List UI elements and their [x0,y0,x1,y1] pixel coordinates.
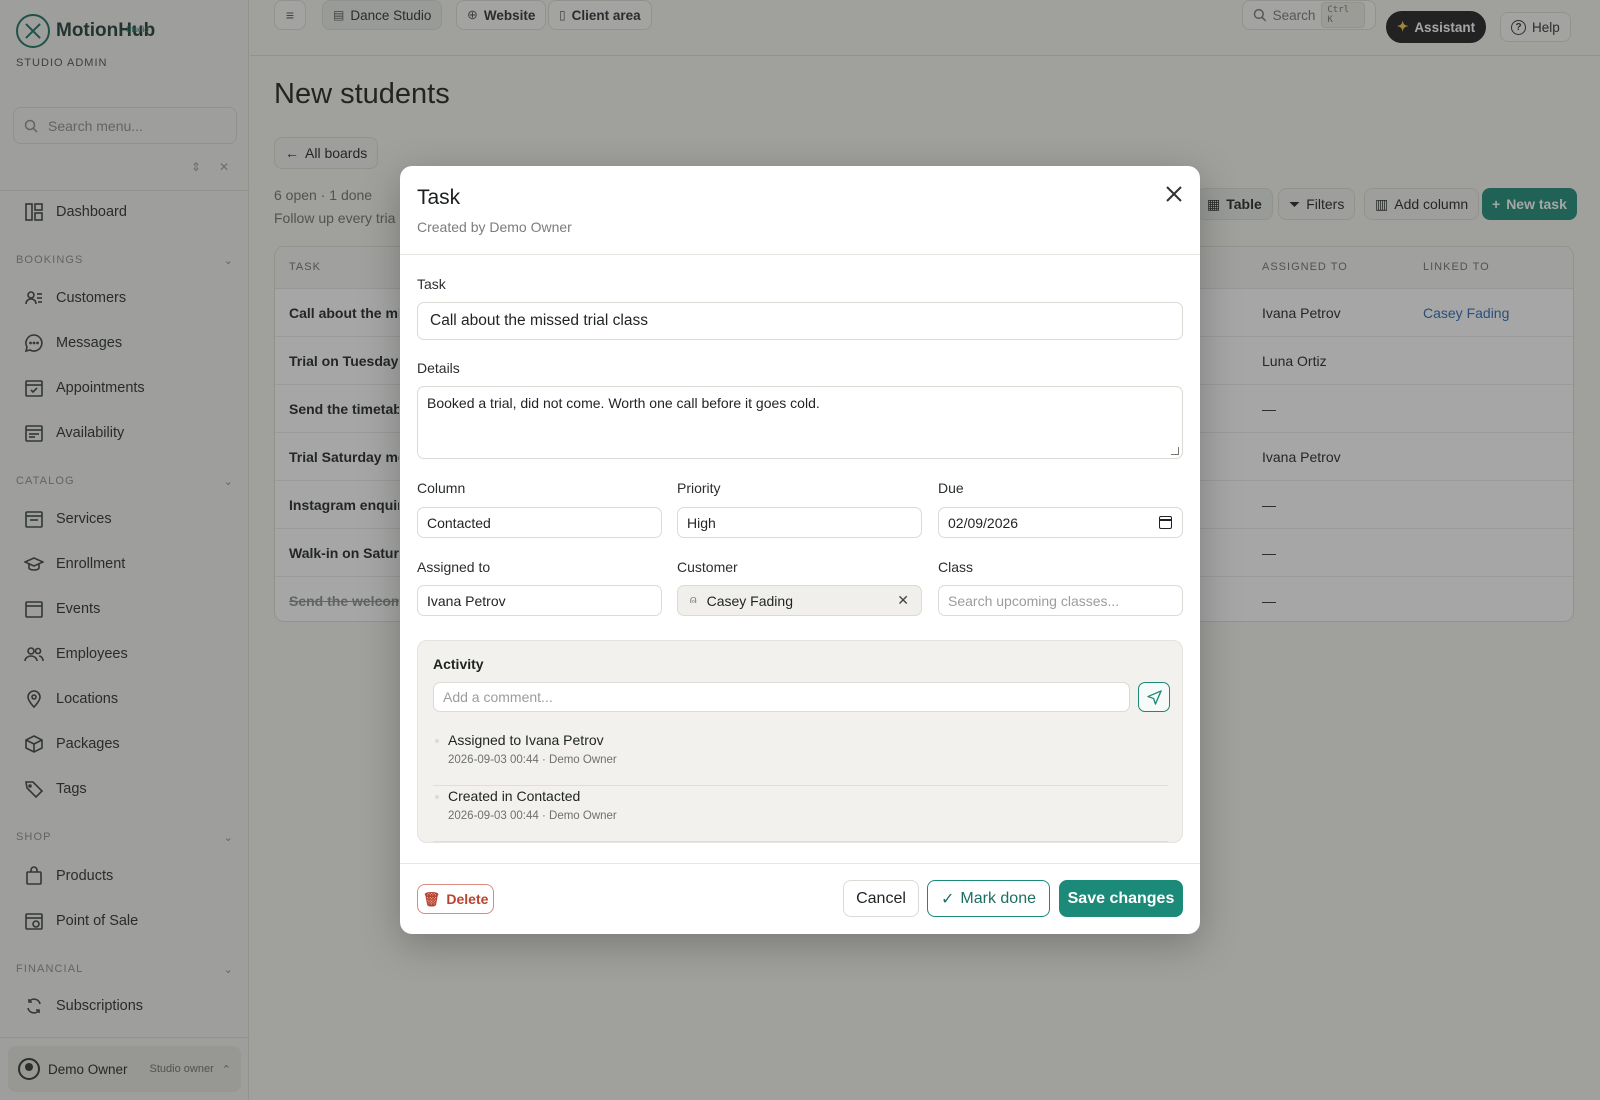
task-label: Task [417,276,446,292]
close-icon[interactable] [1162,182,1186,206]
resize-handle-icon[interactable] [1171,447,1179,455]
customer-picker[interactable]: ⍝ Casey Fading ✕ [677,585,922,616]
timeline-dot [435,739,439,743]
user-icon: ⍝ [690,594,697,606]
activity-panel: Activity Add a comment... Assigned to Iv… [417,640,1183,843]
details-label: Details [417,360,460,376]
due-value: 02/09/2026 [948,514,1019,531]
mark-done-button[interactable]: ✓ Mark done [927,880,1050,917]
trash-icon: 🗑 [422,890,441,907]
cancel-button[interactable]: Cancel [843,880,919,917]
priority-label: Priority [677,480,721,496]
timeline-dot [435,795,439,799]
due-date-input[interactable]: 02/09/2026 [938,507,1183,538]
activity-item: Created in Contacted 2026-09-03 00:44 · … [433,786,1168,842]
divider [400,863,1200,864]
priority-select[interactable]: High [677,507,922,538]
delete-label: Delete [446,891,489,907]
clear-customer-icon[interactable]: ✕ [897,592,909,609]
activity-meta: 2026-09-03 00:44 · Demo Owner [448,754,617,766]
details-textarea[interactable]: Booked a trial, did not come. Worth one … [417,386,1183,459]
calendar-icon[interactable] [1159,516,1172,529]
class-search-input[interactable]: Search upcoming classes... [938,585,1183,616]
send-icon [1146,689,1162,705]
activity-meta: 2026-09-03 00:44 · Demo Owner [448,810,617,822]
assigned-label: Assigned to [417,559,491,575]
mark-done-label: Mark done [960,889,1036,907]
delete-button[interactable]: 🗑 Delete [417,884,494,914]
comment-input[interactable]: Add a comment... [433,682,1130,712]
task-dialog: Task Created by Demo Owner Task Call abo… [400,166,1200,934]
task-input[interactable]: Call about the missed trial class [417,302,1183,340]
customer-value: Casey Fading [706,592,793,609]
details-text: Booked a trial, did not come. Worth one … [427,395,820,411]
activity-text: Created in Contacted [448,788,581,804]
class-label: Class [938,559,974,575]
activity-item: Assigned to Ivana Petrov 2026-09-03 00:4… [433,730,1168,786]
check-icon: ✓ [941,890,955,908]
activity-title: Activity [433,656,484,672]
divider [400,254,1200,255]
due-label: Due [938,480,964,496]
column-label: Column [417,480,466,496]
column-select[interactable]: Contacted [417,507,662,538]
assigned-select[interactable]: Ivana Petrov [417,585,662,616]
dialog-subtitle: Created by Demo Owner [417,219,572,235]
dialog-title: Task [417,186,461,209]
send-comment-button[interactable] [1138,682,1170,712]
customer-label: Customer [677,559,738,575]
save-button[interactable]: Save changes [1059,880,1183,917]
activity-text: Assigned to Ivana Petrov [448,732,604,748]
